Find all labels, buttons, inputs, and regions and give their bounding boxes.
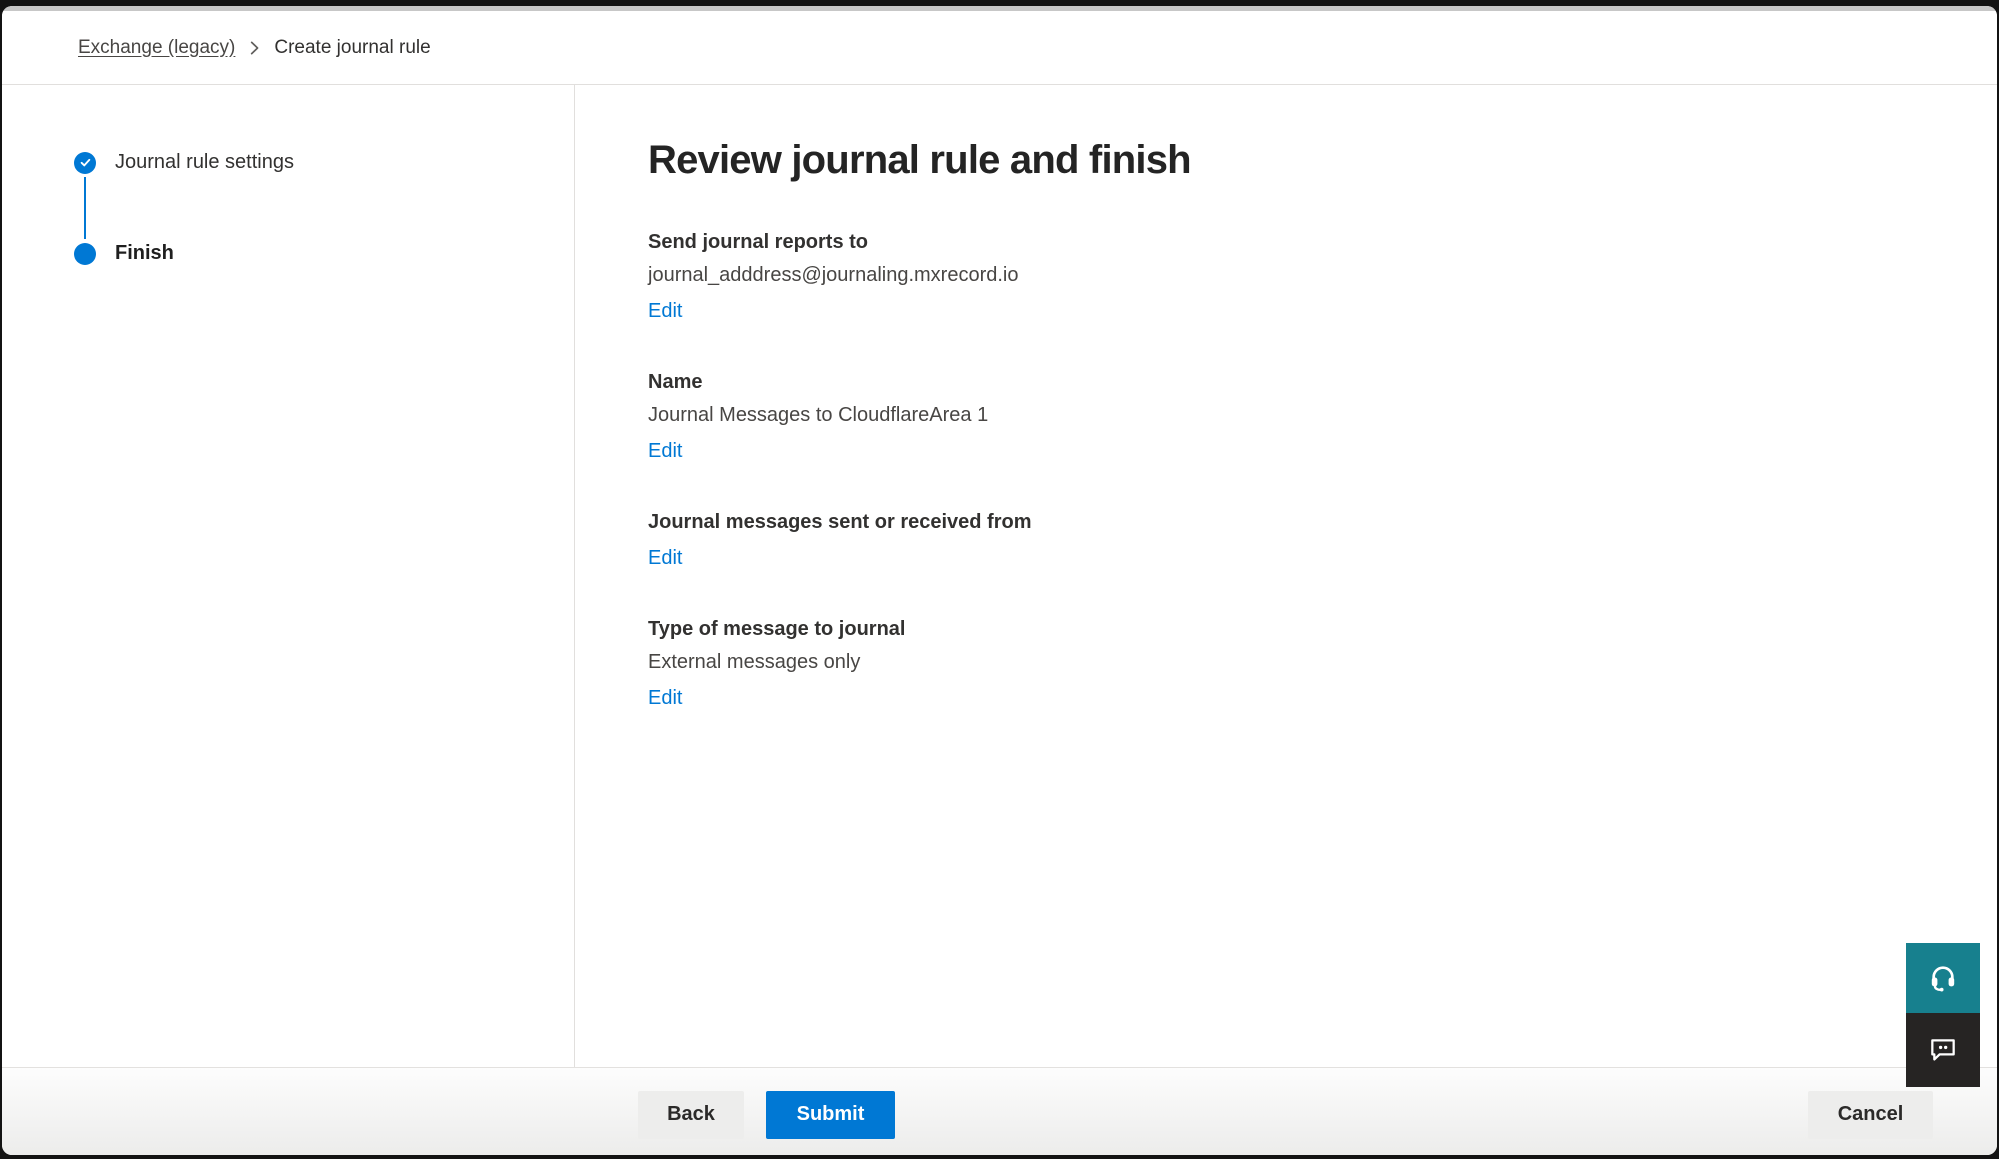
step-current-icon	[74, 243, 96, 265]
content-area: Journal rule settings Finish Review jour…	[2, 85, 1997, 1067]
review-pane: Review journal rule and finish Send jour…	[575, 85, 1997, 1067]
headset-icon	[1927, 961, 1959, 996]
floating-button-stack	[1906, 943, 1980, 1087]
step-finish[interactable]: Finish	[74, 242, 574, 265]
message-type-value: External messages only	[648, 649, 1957, 676]
section-journal-messages-sent-or-received: Journal messages sent or received from E…	[648, 509, 1957, 572]
section-type-of-message-to-journal: Type of message to journal External mess…	[648, 616, 1957, 712]
rule-name-value: Journal Messages to CloudflareArea 1	[648, 402, 1957, 429]
journal-report-address-value: journal_adddress@journaling.mxrecord.io	[648, 262, 1957, 289]
wizard-steps-panel: Journal rule settings Finish	[2, 85, 575, 1067]
feedback-button[interactable]	[1906, 1013, 1980, 1087]
breadcrumb: Exchange (legacy) Create journal rule	[2, 11, 1997, 85]
step-completed-icon	[74, 152, 96, 174]
section-send-journal-reports-to: Send journal reports to journal_adddress…	[648, 229, 1957, 325]
help-button[interactable]	[1906, 943, 1980, 1013]
breadcrumb-exchange-legacy-link[interactable]: Exchange (legacy)	[78, 37, 235, 59]
breadcrumb-current-page: Create journal rule	[274, 37, 430, 59]
section-label: Send journal reports to	[648, 229, 1957, 256]
edit-message-type-link[interactable]: Edit	[648, 685, 682, 712]
section-label: Type of message to journal	[648, 616, 1957, 643]
section-label: Journal messages sent or received from	[648, 509, 1957, 536]
wizard-action-bar: Back Submit Cancel	[2, 1067, 1997, 1155]
feedback-chat-icon	[1927, 1033, 1959, 1068]
breadcrumb-chevron-icon	[250, 41, 259, 55]
edit-send-journal-reports-link[interactable]: Edit	[648, 298, 682, 325]
step-label: Journal rule settings	[115, 151, 294, 174]
cancel-button[interactable]: Cancel	[1808, 1091, 1933, 1139]
back-button[interactable]: Back	[638, 1091, 744, 1139]
step-journal-rule-settings[interactable]: Journal rule settings	[74, 151, 574, 174]
app-window: Exchange (legacy) Create journal rule Jo…	[2, 6, 1997, 1155]
checkmark-icon	[79, 156, 92, 169]
step-connector-line	[84, 177, 86, 239]
step-label: Finish	[115, 242, 174, 265]
edit-name-link[interactable]: Edit	[648, 438, 682, 465]
submit-button[interactable]: Submit	[766, 1091, 895, 1139]
section-label: Name	[648, 369, 1957, 396]
section-name: Name Journal Messages to CloudflareArea …	[648, 369, 1957, 465]
page-title: Review journal rule and finish	[648, 135, 1957, 185]
edit-scope-link[interactable]: Edit	[648, 545, 682, 572]
